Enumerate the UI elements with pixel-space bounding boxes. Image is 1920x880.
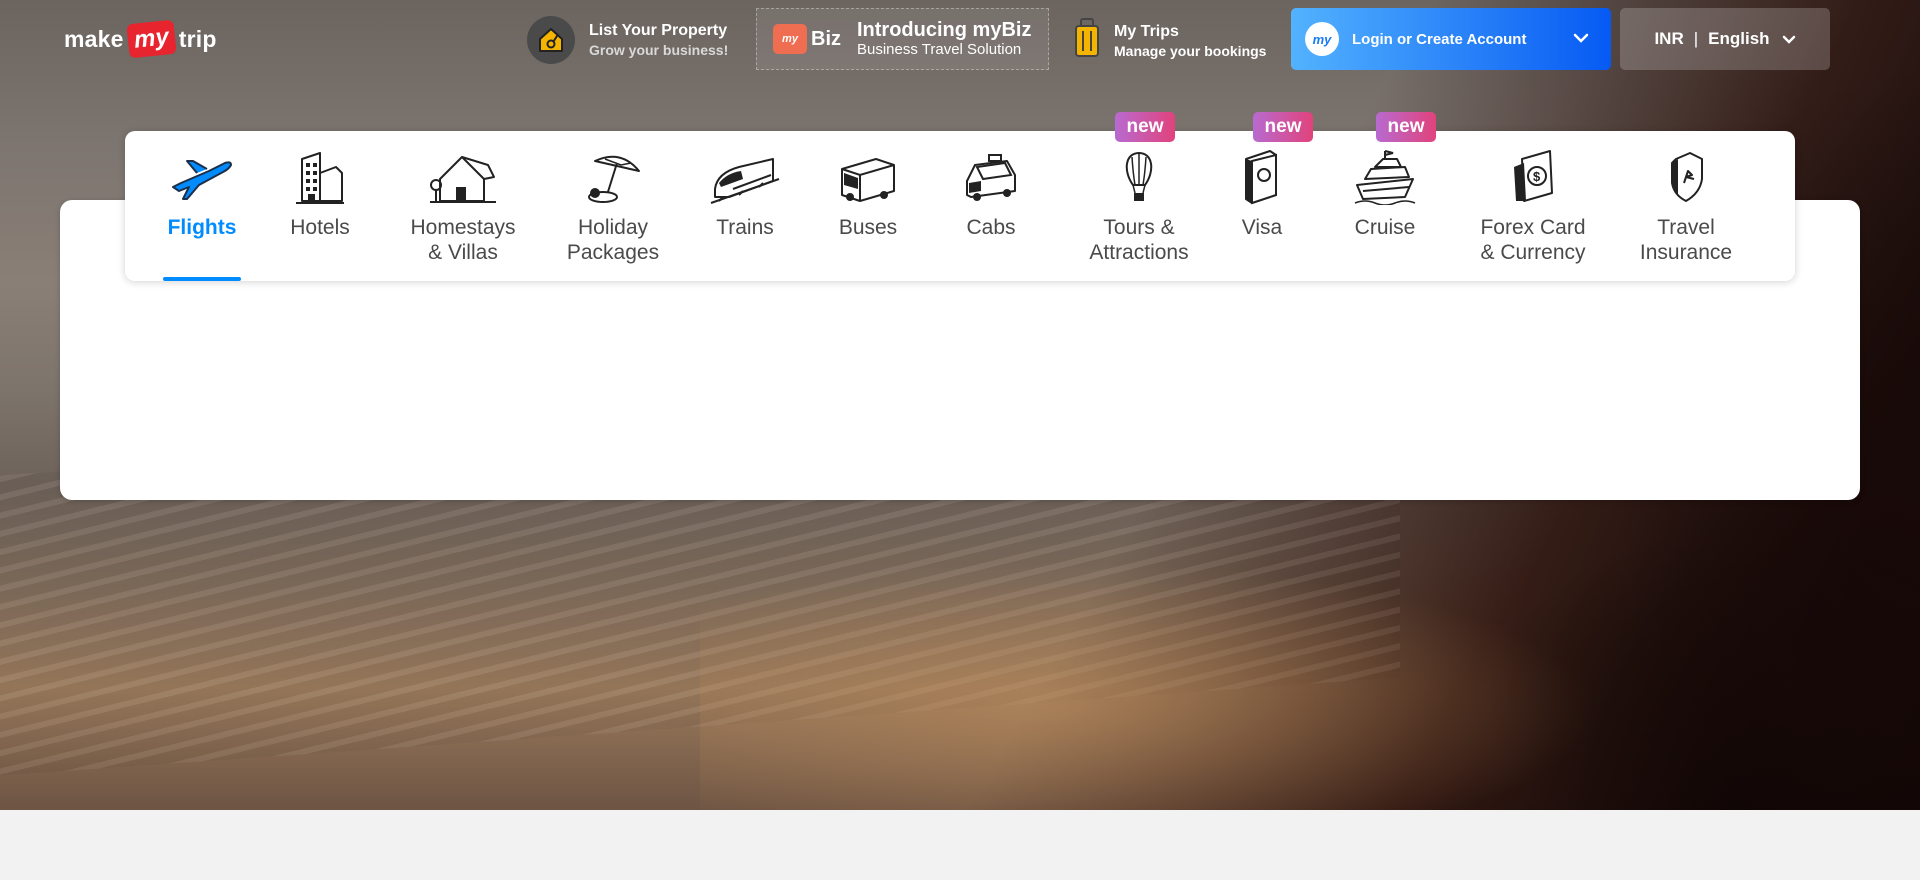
new-badge-tours: new [1115, 112, 1175, 142]
new-badge-cruise: new [1376, 112, 1436, 142]
page-bottom [0, 810, 1920, 880]
nav-label: Homestays & Villas [410, 216, 516, 264]
suitcase-icon [1072, 16, 1102, 65]
brand-my: my [125, 19, 177, 59]
nav-label: Travel Insurance [1639, 216, 1733, 264]
nav-label: Cruise [1354, 216, 1416, 239]
user-avatar-icon: my [1305, 22, 1339, 56]
house-key-icon [527, 16, 575, 64]
nav-label: Hotels [290, 216, 350, 239]
chevron-down-icon[interactable] [1573, 30, 1589, 48]
my-trips-subtitle: Manage your bookings [1114, 42, 1267, 59]
nav-item-insurance[interactable]: Travel Insurance [1631, 131, 1741, 281]
chevron-down-icon [1782, 35, 1796, 44]
cruise-icon [1353, 145, 1417, 205]
currency-label: INR [1654, 29, 1684, 48]
homestay-icon [428, 145, 498, 205]
nav-item-cruise[interactable]: Cruise [1345, 131, 1425, 281]
nav-item-visa[interactable]: Visa [1222, 131, 1302, 281]
nav-label: Holiday Packages [566, 216, 660, 264]
my-trips-title: My Trips [1114, 22, 1179, 40]
nav-label: Forex Card & Currency [1480, 216, 1586, 264]
list-property-link[interactable]: List Your Property Grow your business! [527, 16, 728, 64]
locale-separator: | [1693, 29, 1699, 48]
nav-item-homestays[interactable]: Homestays & Villas [408, 131, 518, 281]
mybiz-banner[interactable]: my Biz Introducing myBiz Business Travel… [756, 8, 1049, 70]
flight-icon [169, 145, 235, 205]
new-badge-visa: new [1253, 112, 1313, 142]
active-tab-indicator [163, 277, 241, 281]
nav-item-forex[interactable]: $ Forex Card & Currency [1478, 131, 1588, 281]
bus-icon [836, 145, 900, 205]
locale-selector[interactable]: INR | English [1620, 8, 1830, 70]
my-trips-link[interactable]: My Trips Manage your bookings [1072, 16, 1266, 65]
cab-icon [961, 145, 1021, 205]
mybiz-logo: my Biz [773, 24, 841, 54]
balloon-icon [1119, 145, 1159, 205]
nav-label: Tours & Attractions [1089, 216, 1189, 264]
nav-label: Visa [1241, 216, 1283, 239]
nav-item-tours[interactable]: Tours & Attractions [1079, 131, 1199, 281]
brand-right: trip [178, 25, 217, 52]
mybiz-subtitle: Business Travel Solution [857, 41, 1022, 58]
nav-item-holiday-packages[interactable]: Holiday Packages [558, 131, 668, 281]
holiday-icon [581, 145, 645, 205]
brand-left: make [64, 25, 124, 52]
svg-text:$: $ [1533, 169, 1541, 184]
mybiz-title: Introducing myBiz [857, 19, 1032, 41]
brand-logo[interactable]: make my trip [64, 19, 217, 59]
nav-item-hotels[interactable]: Hotels [280, 131, 360, 281]
passport-icon [1240, 145, 1284, 205]
login-label: Login or Create Account [1352, 30, 1527, 48]
nav-item-buses[interactable]: Buses [828, 131, 908, 281]
hotel-icon [292, 145, 348, 205]
briefcase-icon: my [773, 24, 807, 54]
nav-item-trains[interactable]: Trains [705, 131, 785, 281]
nav-label: Buses [838, 216, 898, 239]
list-property-title: List Your Property [589, 22, 728, 39]
login-button[interactable]: my Login or Create Account [1291, 8, 1611, 70]
product-nav: Flights Hotels Homestays & Villas Holida… [125, 131, 1795, 281]
list-property-subtitle: Grow your business! [589, 42, 729, 58]
forex-icon: $ [1508, 145, 1558, 205]
mybiz-badge: Biz [811, 27, 841, 50]
nav-label: Trains [716, 216, 774, 239]
nav-label: Flights [167, 216, 237, 239]
nav-item-cabs[interactable]: Cabs [951, 131, 1031, 281]
insurance-icon [1664, 145, 1708, 205]
nav-item-flights[interactable]: Flights [162, 131, 242, 281]
nav-label: Cabs [966, 216, 1016, 239]
language-label: English [1708, 29, 1770, 48]
train-icon [709, 145, 781, 205]
